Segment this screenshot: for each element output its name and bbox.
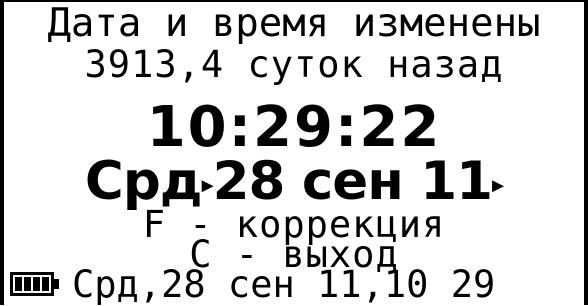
date-display: Срд▸28 сен 11▸ [4, 155, 584, 208]
battery-cell [24, 277, 31, 291]
header-line-2: 3913,4 суток назад [84, 43, 504, 86]
status-datetime: Срд,28 сен 11,10 29 [72, 262, 496, 306]
device-lcd-screen: Дата и время изменены 3913,4 суток назад… [0, 0, 588, 305]
battery-cell [42, 277, 49, 291]
battery-cell [15, 277, 22, 291]
field-separator-icon: ▸ [201, 170, 214, 199]
battery-icon [10, 272, 59, 296]
battery-cell [33, 277, 40, 291]
time-display: 10:29:22 [146, 95, 442, 160]
header-line-1: Дата и время изменены [47, 1, 541, 46]
status-bar: Срд,28 сен 11,10 29 [4, 264, 584, 304]
cursor-arrow-icon: ▸ [492, 170, 504, 199]
